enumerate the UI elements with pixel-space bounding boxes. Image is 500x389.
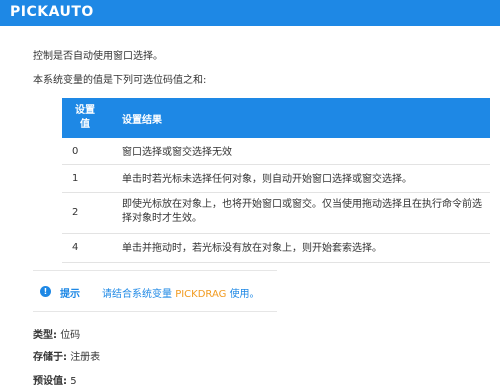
tip-divider-top	[33, 270, 277, 271]
intro-line-1: 控制是否自动使用窗口选择。	[33, 51, 163, 62]
property-default-value: 5	[70, 376, 77, 387]
property-type: 类型: 位码	[33, 326, 80, 341]
table-row: 4 单击并拖动时，若光标没有放在对象上，则开始套索选择。	[62, 234, 490, 263]
intro-line-2: 本系统变量的值是下列可选位码值之和:	[33, 75, 207, 86]
row-value: 0	[72, 146, 79, 157]
row-result: 即使光标放在对象上，也将开始窗口或窗交。仅当使用拖动选择且在执行命令前选择对象时…	[122, 199, 482, 224]
row-value: 1	[72, 173, 79, 184]
row-result: 窗口选择或窗交选择无效	[122, 147, 232, 158]
property-stored: 存储于: 注册表	[33, 348, 100, 363]
row-result: 单击时若光标未选择任何对象，则自动开始窗口选择或窗交选择。	[122, 174, 412, 185]
property-default: 预设值: 5	[33, 372, 77, 387]
property-default-label: 预设值:	[33, 376, 67, 387]
title-bar: PICKAUTO	[0, 0, 500, 26]
tip-label: 提示	[60, 289, 80, 300]
table-header: 设置 值 设置结果	[62, 98, 490, 138]
property-stored-label: 存储于:	[33, 352, 67, 363]
header-setting-value: 设置 值	[62, 104, 108, 132]
table-row: 1 单击时若光标未选择任何对象，则自动开始窗口选择或窗交选择。	[62, 165, 490, 193]
property-type-label: 类型:	[33, 330, 57, 341]
row-result: 单击并拖动时，若光标没有放在对象上，则开始套索选择。	[122, 243, 382, 254]
row-value: 4	[72, 242, 79, 253]
property-stored-value: 注册表	[70, 352, 101, 363]
tip-text-after: 使用。	[229, 289, 260, 300]
tip-divider-bottom	[33, 311, 277, 312]
tip-text: 请结合系统变量 PICKDRAG 使用。	[102, 285, 260, 300]
info-icon: !	[40, 286, 51, 297]
header-setting-value-line1: 设置	[75, 105, 95, 116]
tip-text-before: 请结合系统变量	[102, 289, 172, 300]
pickdrag-link[interactable]: PICKDRAG	[175, 289, 226, 300]
table-row: 2 即使光标放在对象上，也将开始窗口或窗交。仅当使用拖动选择且在执行命令前选择对…	[62, 193, 490, 234]
row-value: 2	[72, 207, 79, 218]
header-setting-result: 设置结果	[122, 115, 162, 126]
page-title: PICKAUTO	[10, 4, 94, 20]
property-type-value: 位码	[60, 330, 81, 341]
table-row: 0 窗口选择或窗交选择无效	[62, 138, 490, 165]
header-setting-value-line2: 值	[80, 119, 90, 130]
